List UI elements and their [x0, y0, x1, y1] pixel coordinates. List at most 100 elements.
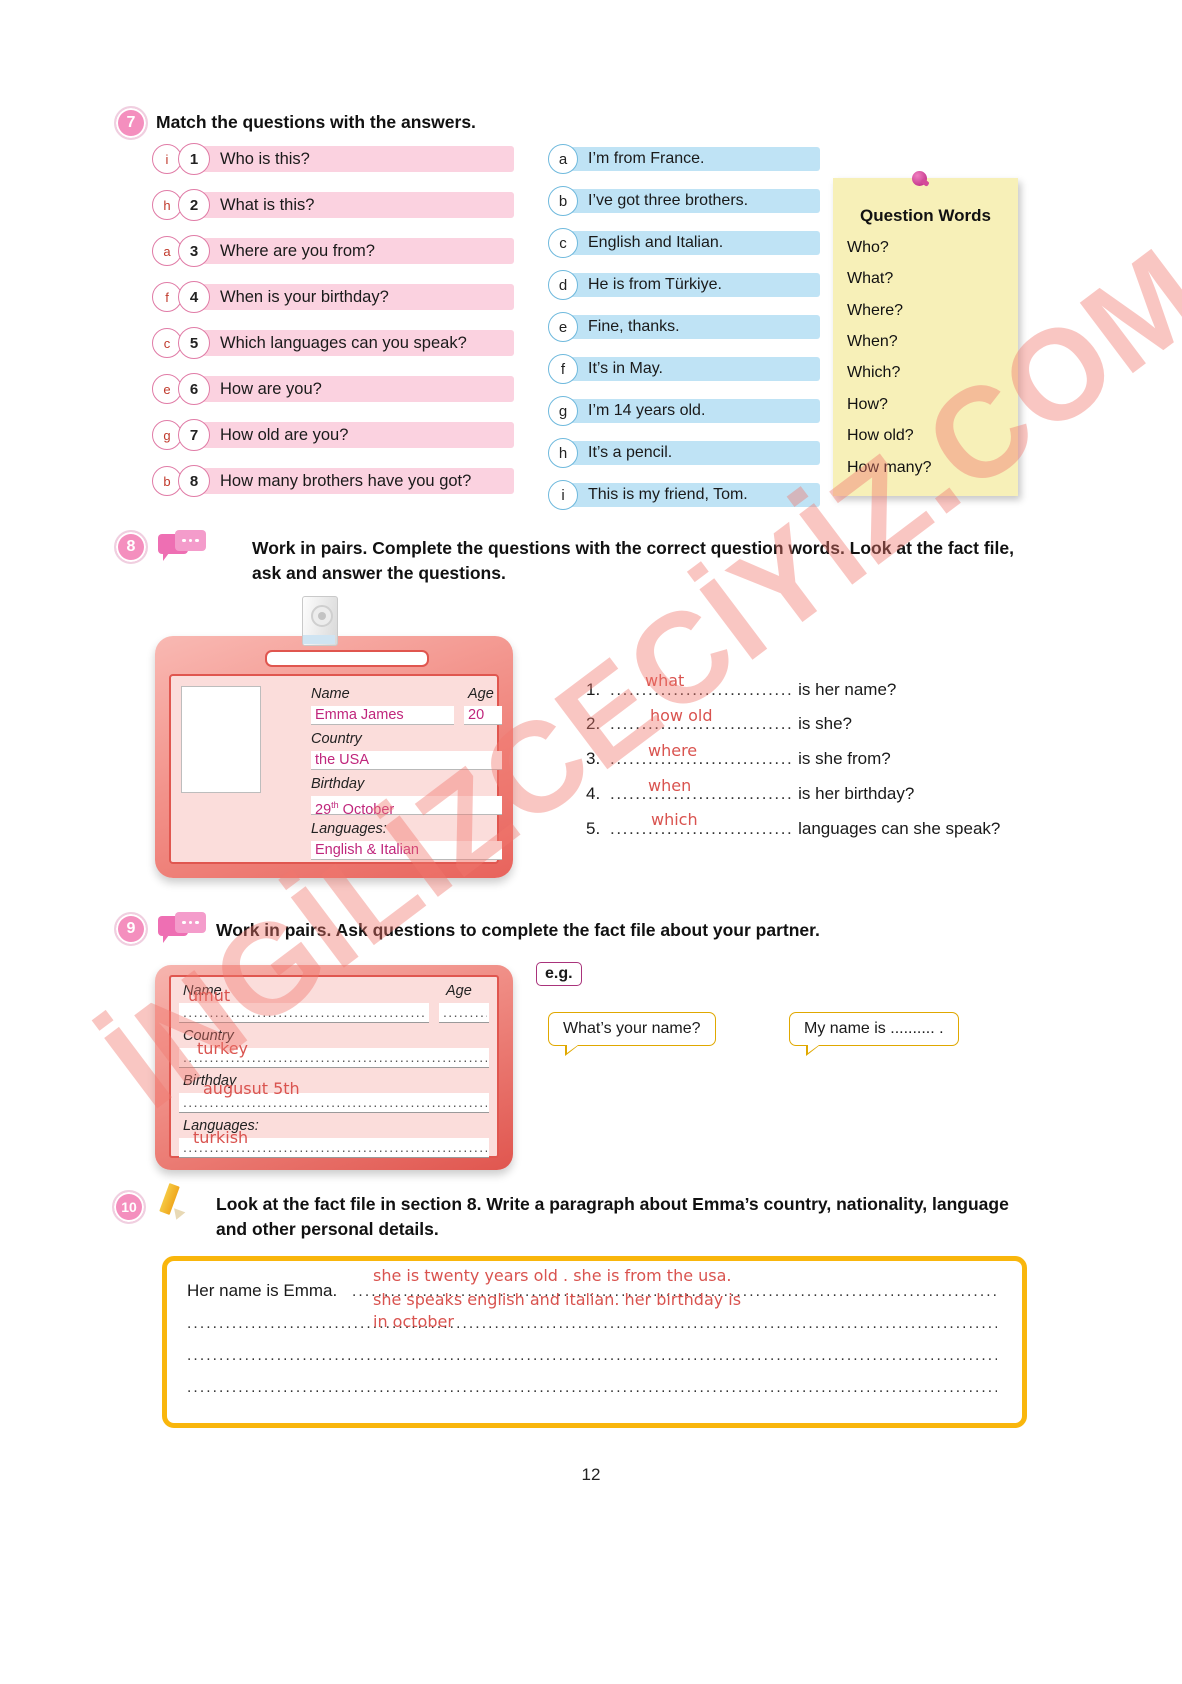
- handwritten-name: umut: [188, 986, 231, 1005]
- handwritten-country: turkey: [197, 1039, 248, 1058]
- answer-letter: a: [548, 144, 578, 174]
- answer-letter: i: [548, 480, 578, 510]
- answer-text: I’m from France.: [588, 150, 705, 167]
- handwritten-answer: which: [651, 810, 698, 829]
- fill-blank-item[interactable]: 3.............................. is she f…: [586, 749, 891, 769]
- fill-blank-item[interactable]: 5.............................. language…: [586, 819, 1000, 839]
- blank-dots[interactable]: .............................: [610, 819, 793, 838]
- exercise-8-instruction: Work in pairs. Complete the questions wi…: [252, 538, 1015, 584]
- question-word: Who?: [847, 239, 889, 256]
- item-tail: is her birthday?: [798, 784, 915, 803]
- blank-dots[interactable]: .............................: [610, 784, 793, 803]
- exercise-number-9: 9: [114, 912, 148, 946]
- emma-fact-file-card: Name Age Emma James 20 Country the USA B…: [155, 636, 513, 878]
- match-answer-row[interactable]: i This is my friend, Tom.: [548, 480, 820, 510]
- handwritten-answer: what: [645, 671, 685, 690]
- item-tail: is her name?: [798, 680, 897, 699]
- answer-text: I’ve got three brothers.: [588, 192, 749, 209]
- answer-text: It’s in May.: [588, 360, 663, 377]
- item-number: 3.: [586, 749, 601, 768]
- item-number: 2.: [586, 714, 601, 733]
- paragraph-starter: Her name is Emma.: [187, 1281, 338, 1300]
- name-label: Name: [311, 686, 350, 702]
- answer-letter: d: [548, 270, 578, 300]
- question-number: 8: [178, 465, 210, 497]
- exercise-10-instruction: Look at the fact file in section 8. Writ…: [216, 1194, 1009, 1240]
- photo-placeholder: [181, 686, 261, 793]
- fill-blank-item[interactable]: 2.............................. is she?: [586, 714, 852, 734]
- handwritten-paragraph-line: in october: [373, 1312, 454, 1331]
- question-number: 6: [178, 373, 210, 405]
- match-question-row[interactable]: f 4 When is your birthday?: [152, 281, 514, 313]
- worksheet-page: İNGİLİZCECİYİZ.COM 7 Match the questions…: [0, 0, 1182, 1684]
- match-question-row[interactable]: g 7 How old are you?: [152, 419, 514, 451]
- sticky-note-title: Question Words: [860, 206, 991, 225]
- question-number: 1: [178, 143, 210, 175]
- age-label: Age: [446, 983, 472, 999]
- question-word: How many?: [847, 458, 932, 476]
- blank-dots[interactable]: .............................: [610, 680, 793, 699]
- answer-line[interactable]: ........................................…: [187, 1379, 997, 1397]
- handwritten-answer: how old: [650, 706, 713, 725]
- match-answer-row[interactable]: d He is from Türkiye.: [548, 270, 820, 300]
- question-word: How?: [847, 395, 888, 413]
- handwritten-birthday: augusut 5th: [203, 1079, 300, 1098]
- exercise-number-10: 10: [112, 1190, 146, 1224]
- match-answer-row[interactable]: b I’ve got three brothers.: [548, 186, 820, 216]
- handwritten-answer: when: [648, 776, 692, 795]
- question-word: Which?: [847, 364, 901, 382]
- fill-blank-item[interactable]: 4.............................. is her b…: [586, 784, 914, 804]
- match-answer-row[interactable]: g I’m 14 years old.: [548, 396, 820, 426]
- answer-letter: e: [548, 312, 578, 342]
- match-question-row[interactable]: h 2 What is this?: [152, 189, 514, 221]
- match-question-row[interactable]: a 3 Where are you from?: [152, 235, 514, 267]
- pencil-tip: [170, 1208, 186, 1222]
- languages-value: English & Italian: [311, 841, 502, 860]
- answer-letter: f: [548, 354, 578, 384]
- question-text: Who is this?: [220, 149, 310, 168]
- match-answer-row[interactable]: f It’s in May.: [548, 354, 820, 384]
- answer-text: I’m 14 years old.: [588, 402, 706, 419]
- speech-bubble-icon: [158, 912, 206, 943]
- pencil-icon: [158, 1182, 198, 1222]
- country-value: the USA: [311, 751, 502, 770]
- question-text: Which languages can you speak?: [220, 333, 467, 352]
- question-word: When?: [847, 333, 898, 351]
- exercise-9-instruction: Work in pairs. Ask questions to complete…: [216, 920, 820, 940]
- fill-blank-item[interactable]: 1.............................. is her n…: [586, 680, 896, 700]
- item-tail: languages can she speak?: [798, 819, 1001, 838]
- answer-line[interactable]: ........................................…: [187, 1315, 997, 1333]
- match-answer-row[interactable]: h It’s a pencil.: [548, 438, 820, 468]
- answer-letter: h: [548, 438, 578, 468]
- answer-text: This is my friend, Tom.: [588, 486, 748, 503]
- question-number: 7: [178, 419, 210, 451]
- example-label: e.g.: [536, 962, 582, 986]
- question-number: 2: [178, 189, 210, 221]
- match-question-row[interactable]: i 1 Who is this?: [152, 143, 514, 175]
- card-inner: Name Age Emma James 20 Country the USA B…: [169, 674, 502, 864]
- exercise-number-7: 7: [114, 106, 148, 140]
- handwritten-paragraph-line: she is twenty years old . she is from th…: [373, 1266, 732, 1285]
- age-label: Age: [468, 686, 494, 702]
- handwritten-answer: where: [648, 741, 698, 760]
- question-word: How old?: [847, 427, 914, 445]
- question-text: When is your birthday?: [220, 287, 389, 306]
- blank-dots[interactable]: .............................: [610, 749, 793, 768]
- question-number: 5: [178, 327, 210, 359]
- name-dots: ........................................…: [183, 1004, 427, 1020]
- match-answer-row[interactable]: c English and Italian.: [548, 228, 820, 258]
- item-number: 5.: [586, 819, 601, 838]
- exercise-number-8: 8: [114, 530, 148, 564]
- match-answer-row[interactable]: a I’m from France.: [548, 144, 820, 174]
- name-value: Emma James: [311, 706, 454, 725]
- birthday-label: Birthday: [311, 776, 365, 792]
- match-question-row[interactable]: c 5 Which languages can you speak?: [152, 327, 514, 359]
- question-number: 3: [178, 235, 210, 267]
- question-text: How are you?: [220, 379, 322, 398]
- match-question-row[interactable]: e 6 How are you?: [152, 373, 514, 405]
- example-bubble-question: What’s your name?: [548, 1012, 716, 1056]
- match-answer-row[interactable]: e Fine, thanks.: [548, 312, 820, 342]
- answer-line[interactable]: ........................................…: [187, 1347, 997, 1365]
- match-question-row[interactable]: b 8 How many brothers have you got?: [152, 465, 514, 497]
- clip-bar: [303, 635, 335, 644]
